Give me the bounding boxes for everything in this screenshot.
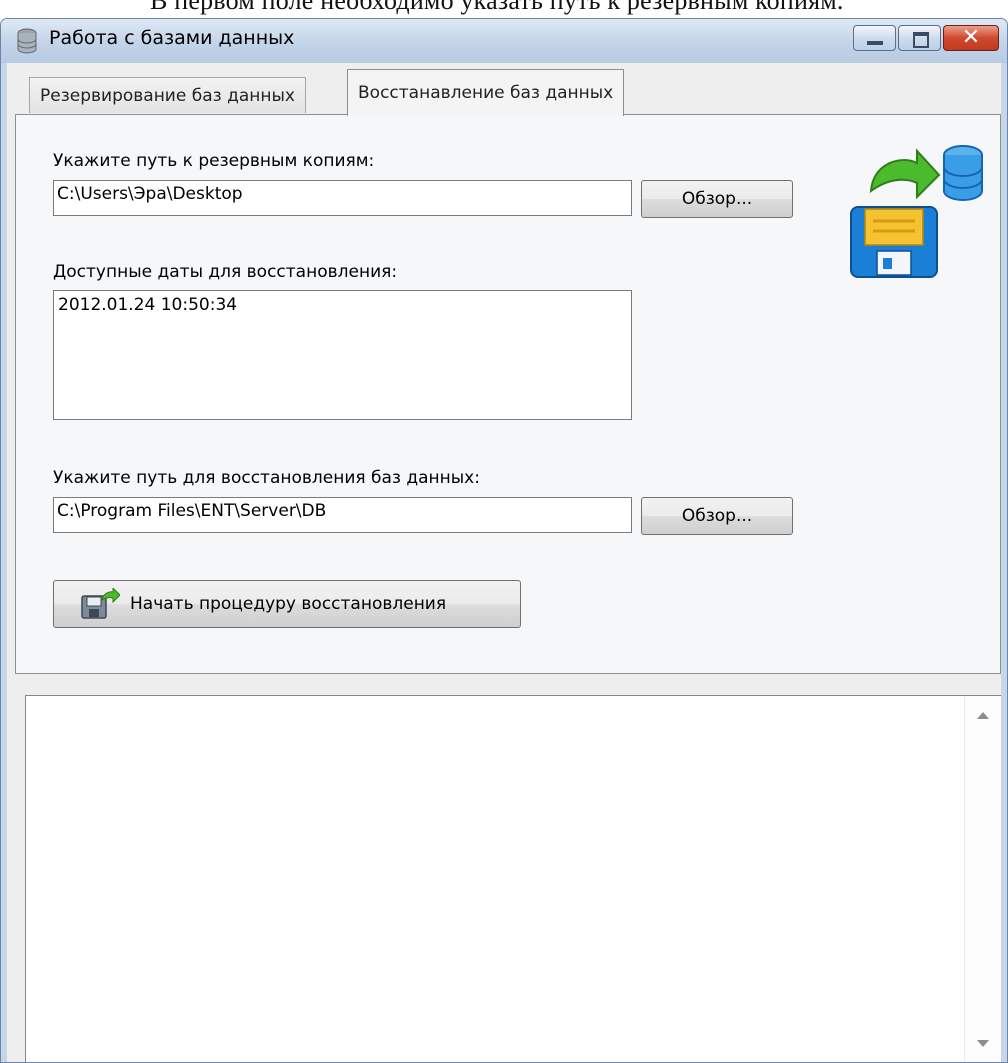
log-scrollbar[interactable] [964, 696, 1001, 1062]
save-arrow-icon [81, 588, 120, 619]
restore-database-icon [850, 145, 983, 278]
window-title: Работа с базами данных [49, 27, 295, 49]
tab-backup[interactable]: Резервирование баз данных [29, 77, 306, 113]
start-restore-button[interactable]: Начать процедуру восстановления [53, 580, 521, 628]
restore-panel: Укажите путь к резервным копиям: C:\User… [15, 114, 1001, 674]
start-restore-label: Начать процедуру восстановления [130, 594, 447, 614]
dates-label: Доступные даты для восстановления: [53, 262, 398, 282]
database-window: Работа с базами данных ✕ Резервирование … [0, 18, 1008, 1063]
close-icon: ✕ [961, 25, 981, 50]
dates-list[interactable]: 2012.01.24 10:50:34 [53, 290, 632, 420]
target-path-input[interactable]: C:\Program Files\ENT\Server\DB [53, 497, 632, 533]
target-browse-button[interactable]: Обзор... [641, 497, 793, 535]
backup-browse-button[interactable]: Обзор... [641, 180, 793, 218]
backup-path-label: Укажите путь к резервным копиям: [53, 151, 375, 171]
minimize-icon[interactable] [853, 25, 896, 51]
client-area: Резервирование баз данных Восстанавление… [7, 63, 1001, 1062]
log-textarea[interactable] [25, 695, 1001, 1062]
backup-path-input[interactable]: C:\Users\Эра\Desktop [53, 180, 632, 216]
close-button[interactable]: ✕ [943, 25, 999, 51]
title-bar[interactable]: Работа с базами данных ✕ [1, 19, 1007, 63]
database-icon [17, 28, 37, 54]
scroll-down-icon[interactable] [977, 1040, 989, 1047]
background-document-text: В первом поле необходимо указать путь к … [150, 0, 844, 15]
log-text [26, 696, 1001, 704]
tab-restore[interactable]: Восстанавление баз данных [347, 69, 625, 116]
maximize-icon[interactable] [898, 25, 941, 51]
caption-buttons: ✕ [853, 25, 999, 53]
list-item[interactable]: 2012.01.24 10:50:34 [58, 295, 631, 315]
target-path-label: Укажите путь для восстановления баз данн… [53, 468, 480, 488]
scroll-up-icon[interactable] [977, 712, 989, 719]
